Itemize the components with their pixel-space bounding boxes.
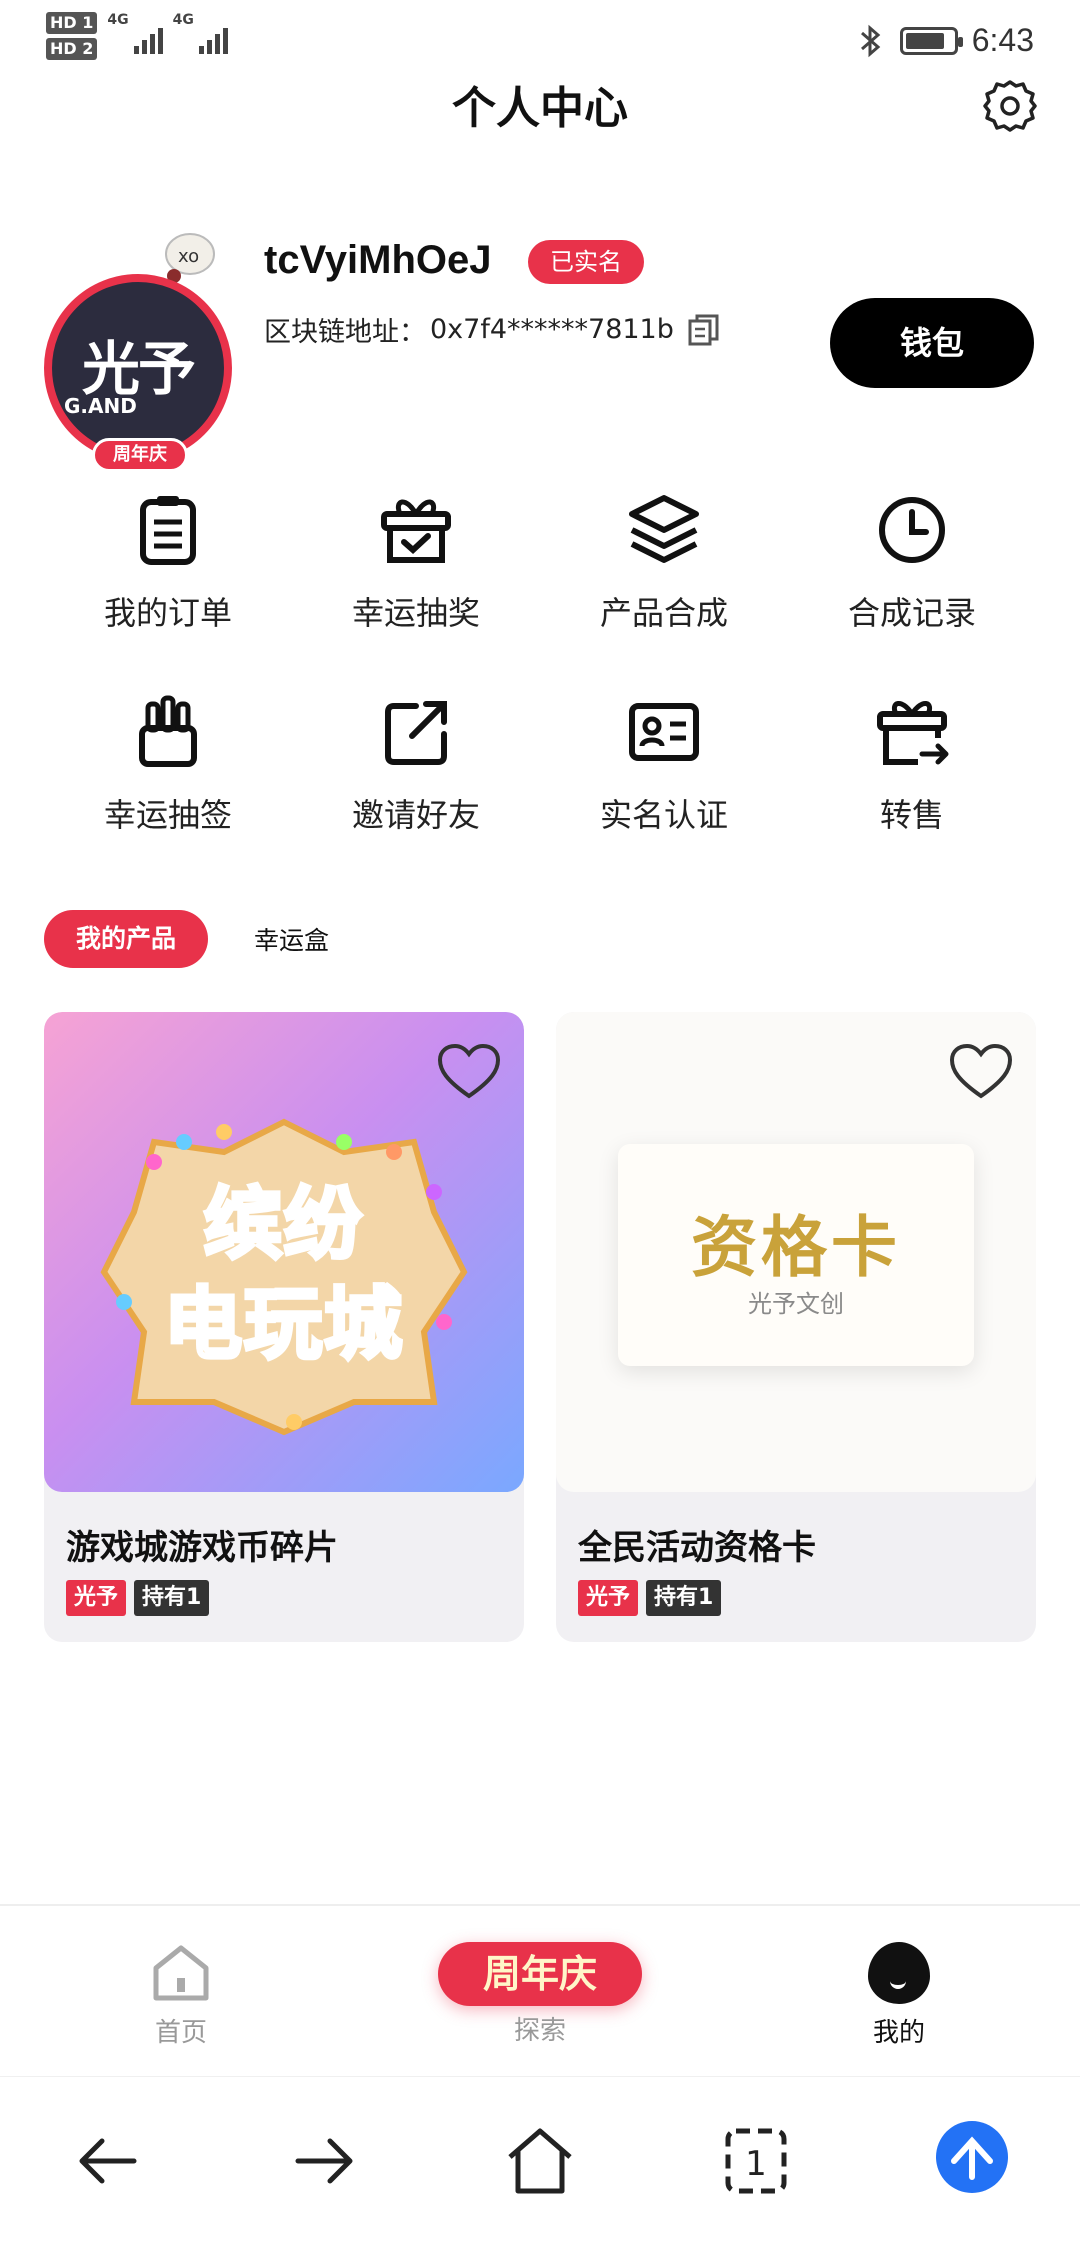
hold-tag: 持有1: [134, 1580, 210, 1616]
scroll-top-button[interactable]: [936, 2121, 1008, 2193]
function-grid: 我的订单 幸运抽奖 产品合成 合成记录 幸运抽签 邀请好友 实名认证 转售: [44, 490, 1036, 836]
function-label: 产品合成: [599, 594, 728, 632]
chain-address-row: 区块链地址： 0x7f4******7811b: [264, 310, 722, 349]
heart-icon[interactable]: [948, 1042, 1014, 1100]
nav-home[interactable]: 首页: [136, 1942, 226, 2049]
nav-me[interactable]: 我的: [854, 1942, 944, 2049]
bottom-tab-bar: 首页 周年庆 探索 我的: [0, 1904, 1080, 2074]
function-my-orders[interactable]: 我的订单: [44, 490, 292, 634]
tab-my-products[interactable]: 我的产品: [44, 910, 209, 968]
product-card[interactable]: 资格卡 光予文创 全民活动资格卡 光予 持有1: [556, 1012, 1036, 1642]
function-label: 转售: [879, 796, 944, 834]
product-tags: 光予 持有1: [578, 1580, 722, 1616]
chain-address-value: 0x7f4******7811b: [430, 314, 674, 345]
gear-icon[interactable]: [980, 76, 1040, 136]
hold-tag: 持有1: [646, 1580, 722, 1616]
home-icon: [153, 1945, 209, 2001]
function-invite-friends[interactable]: 邀请好友: [292, 692, 540, 836]
product-image: 资格卡 光予文创: [556, 1012, 1036, 1492]
verified-badge: 已实名: [528, 240, 644, 284]
layers-icon: [629, 495, 699, 563]
function-label: 合成记录: [847, 594, 976, 632]
avatar-image: 光予 G.AND: [44, 274, 232, 462]
resale-icon: [877, 701, 949, 765]
function-label: 邀请好友: [351, 796, 480, 834]
clock: 6:43: [971, 22, 1034, 58]
product-image: 缤纷 电玩城: [44, 1012, 524, 1492]
sim2-badge: HD 2: [46, 38, 98, 60]
avatar-badge: 周年庆: [92, 438, 188, 472]
signal-2-icon: 4G: [173, 12, 228, 58]
function-label: 幸运抽签: [103, 796, 232, 834]
product-title: 游戏城游戏币碎片: [66, 1528, 338, 1568]
product-tags: 光予 持有1: [66, 1580, 210, 1616]
system-nav-bar: 1: [0, 2076, 1080, 2244]
network-2-label: 4G: [172, 12, 194, 28]
product-art-line2: 电玩城: [162, 1278, 404, 1372]
nav-home-label: 首页: [154, 2018, 207, 2048]
status-left: HD 1 HD 2 4G 4G: [46, 12, 228, 60]
lottery-sticks-icon: [139, 695, 197, 767]
nav-explore-label: 探索: [513, 2016, 566, 2046]
brand-tag: 光予: [578, 1580, 639, 1616]
qualification-card-title: 资格卡: [691, 1209, 901, 1286]
product-tabs: 我的产品 幸运盒: [44, 910, 329, 968]
clock-icon: [879, 497, 945, 563]
heart-icon[interactable]: [436, 1042, 502, 1100]
back-arrow-icon[interactable]: [68, 2121, 148, 2201]
username: tcVyiMhOeJ: [264, 238, 492, 282]
forward-arrow-icon[interactable]: [284, 2121, 364, 2201]
qualification-card-art: 资格卡 光予文创: [618, 1144, 974, 1366]
function-synthesis-record[interactable]: 合成记录: [788, 490, 1036, 634]
brand-tag: 光予: [66, 1580, 127, 1616]
function-label: 幸运抽奖: [351, 594, 480, 632]
nav-explore[interactable]: 周年庆 探索: [438, 1942, 642, 2047]
function-resale[interactable]: 转售: [788, 692, 1036, 836]
wallet-button[interactable]: 钱包: [830, 298, 1034, 388]
avatar-decoration-icon: xo: [165, 233, 215, 283]
arrow-up-icon: [951, 2136, 993, 2180]
tab-lucky-box[interactable]: 幸运盒: [254, 921, 329, 957]
nav-me-label: 我的: [872, 2018, 925, 2048]
anniversary-pill: 周年庆: [438, 1942, 642, 2006]
avatar-brand-en: G.AND: [64, 394, 137, 418]
battery-icon: [899, 26, 963, 55]
me-icon: [868, 1942, 930, 2004]
bluetooth-icon: [860, 24, 880, 57]
home-nav-icon[interactable]: [500, 2121, 580, 2201]
signal-1-icon: 4G: [107, 12, 163, 58]
page-title: 个人中心: [452, 83, 628, 134]
gift-box-icon: [381, 499, 451, 563]
tabs-count: 1: [745, 2144, 767, 2184]
svg-text:xo: xo: [178, 246, 199, 267]
sim-badges: HD 1 HD 2: [46, 12, 98, 60]
qualification-card-sub: 光予文创: [748, 1290, 844, 1318]
product-title: 全民活动资格卡: [578, 1528, 816, 1568]
function-lucky-draw[interactable]: 幸运抽奖: [292, 490, 540, 634]
function-real-name-auth[interactable]: 实名认证: [540, 692, 788, 836]
function-label: 实名认证: [599, 796, 728, 834]
network-1-label: 4G: [107, 12, 129, 28]
copy-icon[interactable]: [686, 312, 722, 348]
sim1-badge: HD 1: [46, 12, 98, 34]
order-list-icon: [140, 496, 196, 565]
share-icon: [385, 701, 447, 765]
status-right: 6:43: [856, 22, 1034, 59]
chain-address-label: 区块链地址：: [264, 317, 426, 348]
function-label: 我的订单: [103, 594, 232, 632]
tabs-icon[interactable]: 1: [716, 2121, 796, 2201]
avatar[interactable]: xo 光予 G.AND 周年庆: [44, 216, 244, 472]
product-art-line1: 缤纷: [202, 1178, 364, 1272]
product-card[interactable]: 缤纷 电玩城 游戏城游戏币碎片 光予 持有1: [44, 1012, 524, 1642]
id-card-icon: [629, 703, 699, 761]
status-bar: HD 1 HD 2 4G 4G 6:43: [0, 0, 1080, 80]
function-lucky-lottery[interactable]: 幸运抽签: [44, 692, 292, 836]
function-product-synthesis[interactable]: 产品合成: [540, 490, 788, 634]
